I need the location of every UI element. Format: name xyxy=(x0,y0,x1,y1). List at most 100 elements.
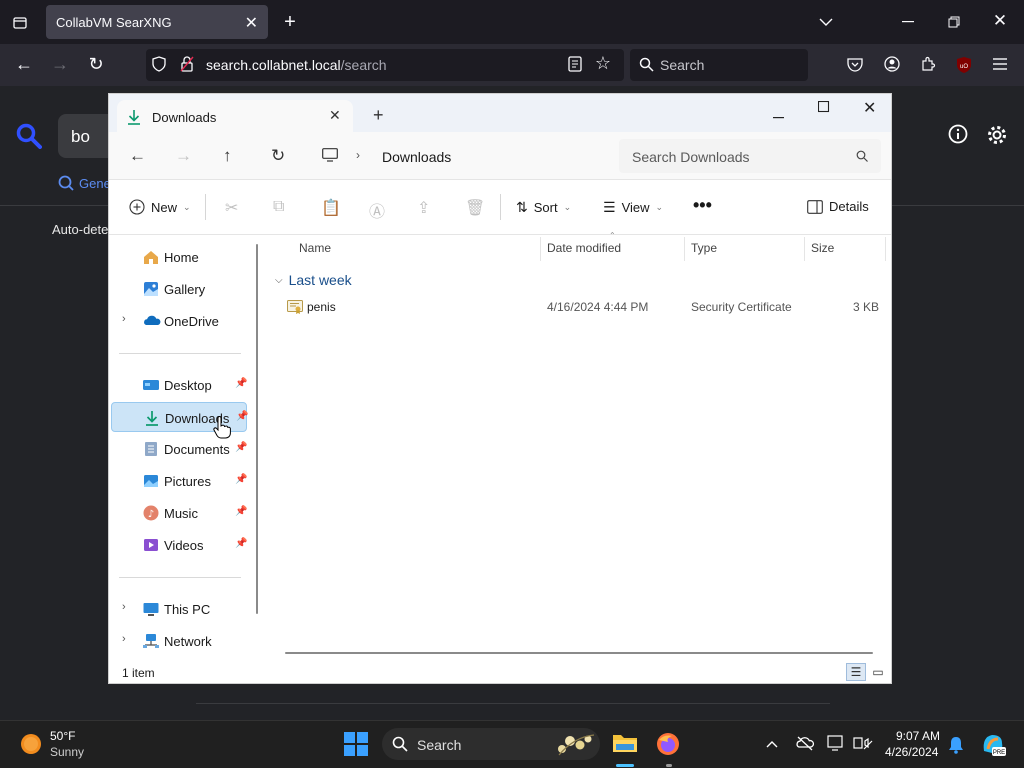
chevron-right-icon[interactable]: › xyxy=(122,313,126,325)
item-count: 1 item xyxy=(122,666,155,680)
weather-temp[interactable]: 50°F xyxy=(50,729,75,743)
nav-item-onedrive[interactable]: › OneDrive xyxy=(111,306,247,336)
pin-icon: 📌 xyxy=(235,442,248,453)
browser-search-box[interactable] xyxy=(630,49,808,81)
new-tab-icon[interactable]: + xyxy=(373,105,384,126)
forward-icon[interactable]: → xyxy=(50,54,70,74)
new-tab-icon[interactable]: + xyxy=(280,11,300,33)
browser-tab-active[interactable]: CollabVM SearXNG ✕ xyxy=(46,5,268,39)
start-windows-icon[interactable] xyxy=(344,732,368,759)
address-bar[interactable] xyxy=(309,139,607,173)
firefox-icon[interactable] xyxy=(656,732,680,759)
toolbar-divider xyxy=(205,194,206,220)
share-icon[interactable]: ⇪ xyxy=(417,198,430,218)
nav-scrollbar[interactable] xyxy=(256,244,258,614)
column-separator[interactable] xyxy=(540,237,541,261)
minimize-icon[interactable] xyxy=(773,107,785,122)
nav-item-network[interactable]: › Network xyxy=(111,626,247,656)
close-tab-icon[interactable]: ✕ xyxy=(329,107,341,124)
restore-icon[interactable] xyxy=(944,12,964,32)
search-highlight-icon xyxy=(554,731,596,760)
back-icon[interactable]: ← xyxy=(129,146,146,166)
close-window-icon[interactable]: ✕ xyxy=(990,11,1010,31)
rename-icon[interactable]: Ⓐ xyxy=(369,198,385,222)
copy-icon[interactable]: ⧉ xyxy=(273,198,284,216)
weather-sun-icon[interactable] xyxy=(20,733,42,758)
column-header-name[interactable]: Name xyxy=(299,241,331,255)
column-header-type[interactable]: Type xyxy=(691,241,717,255)
lock-insecure-icon[interactable] xyxy=(178,55,196,73)
bookmark-star-icon[interactable]: ☆ xyxy=(594,53,612,73)
pocket-icon[interactable] xyxy=(846,55,864,73)
refresh-icon[interactable]: ↻ xyxy=(271,146,285,166)
clock-time[interactable]: 9:07 AM xyxy=(896,729,940,743)
home-icon xyxy=(143,249,159,265)
browser-tab-title: CollabVM SearXNG xyxy=(56,14,172,30)
clock-date[interactable]: 4/26/2024 xyxy=(885,745,938,759)
nav-item-gallery[interactable]: Gallery xyxy=(111,274,247,304)
monitor-icon[interactable] xyxy=(322,148,338,165)
auto-detect-text[interactable]: Auto-dete xyxy=(52,222,108,237)
display-icon[interactable] xyxy=(827,735,845,754)
nav-item-music[interactable]: ♪ Music 📌 xyxy=(111,498,247,528)
view-button[interactable]: ☰ View ⌄ xyxy=(603,199,663,216)
tab-list-icon[interactable] xyxy=(10,13,30,33)
column-separator[interactable] xyxy=(684,237,685,261)
show-hidden-icons-chevron-icon[interactable] xyxy=(766,737,778,751)
forward-icon[interactable]: → xyxy=(175,146,192,166)
file-name[interactable]: penis xyxy=(307,300,336,314)
nav-item-videos[interactable]: Videos 📌 xyxy=(111,530,247,560)
info-icon[interactable] xyxy=(948,124,968,147)
close-tab-icon[interactable]: ✕ xyxy=(245,13,258,33)
column-separator[interactable] xyxy=(885,237,886,261)
sort-button[interactable]: ⇅ Sort ⌄ xyxy=(516,199,571,216)
nav-item-this-pc[interactable]: › This PC xyxy=(111,594,247,624)
shield-icon[interactable] xyxy=(150,55,168,73)
chevron-right-icon[interactable]: › xyxy=(122,601,126,613)
nav-item-desktop[interactable]: Desktop 📌 xyxy=(111,370,247,400)
cut-icon[interactable]: ✂ xyxy=(225,198,238,218)
chevron-right-icon[interactable]: › xyxy=(122,633,126,645)
breadcrumb[interactable]: Downloads xyxy=(382,149,451,165)
details-button[interactable]: Details xyxy=(807,199,869,214)
general-tab[interactable]: Gene xyxy=(58,175,111,191)
horizontal-scrollbar[interactable] xyxy=(285,652,873,654)
delete-icon[interactable]: 🗑 xyxy=(465,198,485,218)
extensions-icon[interactable] xyxy=(919,55,937,73)
minimize-icon[interactable] xyxy=(898,12,918,32)
nav-item-home[interactable]: Home xyxy=(111,242,247,272)
copilot-icon[interactable]: PRE xyxy=(980,731,1006,760)
search-icon xyxy=(856,150,868,165)
column-header-size[interactable]: Size xyxy=(811,241,834,255)
back-icon[interactable]: ← xyxy=(14,54,34,74)
details-view-icon[interactable]: ☰ xyxy=(846,663,866,681)
group-header[interactable]: ⌵ Last week xyxy=(275,272,352,288)
maximize-icon[interactable] xyxy=(817,100,830,116)
close-window-icon[interactable]: ✕ xyxy=(863,98,876,118)
settings-gear-icon[interactable] xyxy=(986,124,1008,149)
paste-icon[interactable]: 📋 xyxy=(321,198,341,218)
reader-view-icon[interactable] xyxy=(566,55,584,73)
weather-condition[interactable]: Sunny xyxy=(50,745,84,759)
up-icon[interactable]: ↑ xyxy=(223,146,232,166)
notification-bell-icon[interactable] xyxy=(948,736,964,757)
account-icon[interactable] xyxy=(883,55,901,73)
new-button[interactable]: New ⌄ xyxy=(129,199,191,215)
searxng-logo-icon[interactable] xyxy=(16,123,42,152)
more-options-icon[interactable]: ••• xyxy=(693,195,712,216)
nav-divider xyxy=(119,577,241,578)
file-explorer-icon[interactable] xyxy=(612,731,638,758)
hamburger-menu-icon[interactable] xyxy=(990,55,1010,73)
column-separator[interactable] xyxy=(804,237,805,261)
nav-item-pictures[interactable]: Pictures 📌 xyxy=(111,466,247,496)
breadcrumb-chevron-icon[interactable]: › xyxy=(356,148,360,162)
large-icons-view-icon[interactable]: ▭ xyxy=(868,663,888,681)
column-header-date[interactable]: Date modified xyxy=(547,241,621,255)
gallery-icon xyxy=(143,281,159,297)
network-speaker-icon[interactable] xyxy=(853,735,873,754)
onedrive-offline-icon[interactable] xyxy=(796,735,815,754)
ublock-origin-icon[interactable]: uO xyxy=(955,56,973,74)
list-all-tabs-icon[interactable] xyxy=(816,12,836,32)
reload-icon[interactable]: ↻ xyxy=(86,54,106,74)
url-text[interactable]: search.collabnet.local/search xyxy=(206,57,387,73)
